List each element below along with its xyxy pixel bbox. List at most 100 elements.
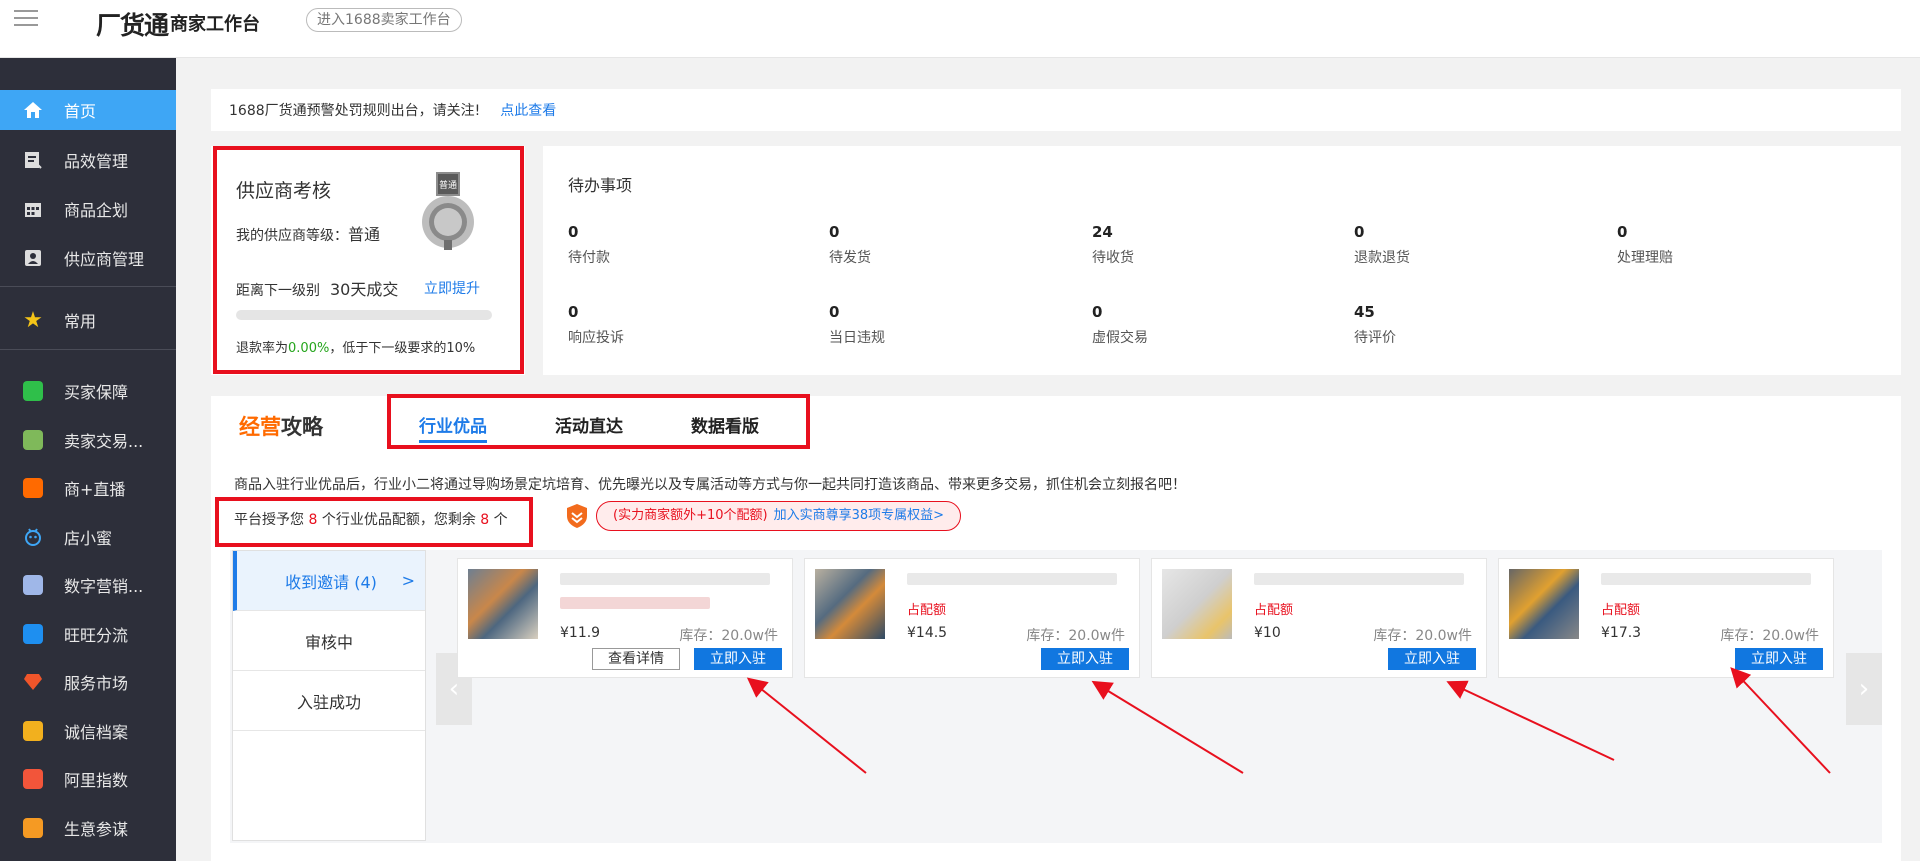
sidebar: 首页 品效管理 商品企划 供应商管理 ★ 常用 买家保障 卖家交易... 商+直… bbox=[0, 58, 176, 861]
sidebar-item-label: 商+直播 bbox=[64, 480, 126, 499]
sidebar-item-store-assistant[interactable]: 店小蜜 bbox=[0, 517, 176, 557]
product-price: ¥14.5 bbox=[907, 625, 948, 641]
sidebar-item-label: 首页 bbox=[64, 102, 97, 121]
active-tab-underline bbox=[419, 440, 487, 443]
todo-item-pending-receipt[interactable]: 24 待收货 bbox=[1092, 223, 1292, 267]
product-price: ¥10 bbox=[1254, 625, 1281, 641]
sidebar-item-performance[interactable]: 品效管理 bbox=[0, 140, 176, 180]
sidebar-item-label: 买家保障 bbox=[64, 383, 129, 402]
todo-item-complaints[interactable]: 0 响应投诉 bbox=[568, 303, 768, 347]
todo-item-fake-trade[interactable]: 0 虚假交易 bbox=[1092, 303, 1292, 347]
todo-item-pending-review[interactable]: 45 待评价 bbox=[1354, 303, 1554, 347]
wangwang-icon bbox=[22, 623, 44, 645]
medal-label: 普通 bbox=[439, 179, 457, 191]
strength-merchant-promo[interactable]: (实力商家额外+10个配额) 加入实商尊享38项专属权益> bbox=[596, 501, 962, 531]
quota-tag: 占配额 bbox=[907, 603, 947, 618]
sidebar-item-wangwang[interactable]: 旺旺分流 bbox=[0, 614, 176, 654]
supplier-title: 供应商考核 bbox=[236, 180, 332, 202]
sidebar-item-common[interactable]: ★ 常用 bbox=[0, 300, 176, 340]
badge-icon bbox=[22, 720, 44, 742]
refund-rate: 退款率为0.00%，低于下一级要求的10% bbox=[236, 341, 476, 356]
product-card: 占配额 ¥10 库存：20.0w件 立即入驻 bbox=[1151, 558, 1487, 678]
carousel-next-button[interactable]: › bbox=[1846, 653, 1882, 725]
status-under-review[interactable]: 审核中 bbox=[233, 611, 425, 671]
view-details-button[interactable]: 查看详情 bbox=[592, 648, 680, 670]
todo-panel: 待办事项 0 待付款 0 待发货 24 待收货 0 退款退货 0 处理理赔 0 响应投诉 0… bbox=[543, 146, 1901, 375]
enter-1688-button[interactable]: 进入1688卖家工作台 bbox=[306, 8, 462, 32]
sidebar-item-label: 品效管理 bbox=[64, 152, 129, 171]
sidebar-item-credit[interactable]: 诚信档案 bbox=[0, 711, 176, 751]
sidebar-item-label: 阿里指数 bbox=[64, 771, 129, 790]
product-stock: 库存：20.0w件 bbox=[1720, 628, 1819, 644]
sidebar-item-label: 诚信档案 bbox=[64, 723, 129, 742]
supplier-level: 我的供应商等级：普通 bbox=[236, 225, 381, 244]
live-icon bbox=[22, 477, 44, 499]
blurred-title bbox=[1601, 573, 1811, 585]
todo-item-claims[interactable]: 0 处理理赔 bbox=[1617, 223, 1817, 267]
marketing-icon bbox=[22, 574, 44, 596]
quota-tag: 占配额 bbox=[1601, 603, 1641, 618]
star-icon: ★ bbox=[23, 307, 43, 333]
strategy-logo: 经营攻略 bbox=[239, 415, 323, 439]
sidebar-item-label: 卖家交易... bbox=[64, 432, 144, 451]
join-now-button[interactable]: 立即入驻 bbox=[694, 648, 782, 670]
tab-activity[interactable]: 活动直达 bbox=[555, 412, 623, 437]
sidebar-item-label: 旺旺分流 bbox=[64, 626, 129, 645]
notice-bar: 1688厂货通预警处罚规则出台，请关注! 点此查看 bbox=[211, 89, 1901, 131]
product-stock: 库存：20.0w件 bbox=[679, 628, 778, 644]
user-icon bbox=[22, 429, 44, 451]
invitation-status-menu: 收到邀请 (4) > 审核中 入驻成功 bbox=[232, 550, 426, 841]
join-now-button[interactable]: 立即入驻 bbox=[1735, 648, 1823, 670]
status-received-invitations[interactable]: 收到邀请 (4) > bbox=[233, 551, 425, 611]
sidebar-item-supplier[interactable]: 供应商管理 bbox=[0, 238, 176, 278]
workbench-title: 商家工作台 bbox=[170, 14, 260, 35]
tab-data-board[interactable]: 数据看版 bbox=[691, 412, 759, 437]
blurred-title bbox=[1254, 573, 1464, 585]
sidebar-item-label: 生意参谋 bbox=[64, 820, 129, 839]
product-card: 占配额 ¥17.3 库存：20.0w件 立即入驻 bbox=[1498, 558, 1834, 678]
sidebar-item-service-market[interactable]: 服务市场 bbox=[0, 662, 176, 702]
tab-industry-quality[interactable]: 行业优品 bbox=[419, 412, 487, 437]
notice-link[interactable]: 点此查看 bbox=[500, 100, 556, 120]
join-now-button[interactable]: 立即入驻 bbox=[1041, 648, 1129, 670]
sidebar-divider bbox=[0, 349, 176, 350]
product-thumbnail bbox=[815, 569, 885, 639]
sidebar-item-business-advisor[interactable]: 生意参谋 bbox=[0, 808, 176, 848]
todo-item-refund[interactable]: 0 退款退货 bbox=[1354, 223, 1554, 267]
product-price: ¥17.3 bbox=[1601, 625, 1642, 641]
robot-icon bbox=[22, 526, 44, 548]
notice-text: 1688厂货通预警处罚规则出台，请关注! bbox=[229, 103, 481, 119]
business-strategy-panel: 经营攻略 行业优品 活动直达 数据看版 商品入驻行业优品后，行业小二将通过导购场… bbox=[211, 396, 1901, 861]
sidebar-item-ali-index[interactable]: 阿里指数 bbox=[0, 759, 176, 799]
brand-logo: 厂货通 bbox=[96, 11, 169, 40]
product-stock: 库存：20.0w件 bbox=[1026, 628, 1125, 644]
todo-item-violations[interactable]: 0 当日违规 bbox=[829, 303, 1029, 347]
chart-icon bbox=[22, 149, 44, 171]
sidebar-item-digital-marketing[interactable]: 数字营销... bbox=[0, 565, 176, 605]
sidebar-item-label: 数字营销... bbox=[64, 577, 144, 596]
sidebar-item-buyer-protection[interactable]: 买家保障 bbox=[0, 371, 176, 411]
join-now-button[interactable]: 立即入驻 bbox=[1388, 648, 1476, 670]
sidebar-item-label: 常用 bbox=[64, 312, 97, 331]
status-settled[interactable]: 入驻成功 bbox=[233, 671, 425, 731]
todo-title: 待办事项 bbox=[568, 176, 633, 195]
upgrade-link[interactable]: 立即提升 bbox=[424, 278, 480, 298]
todo-item-pending-shipment[interactable]: 0 待发货 bbox=[829, 223, 1029, 267]
blurred-title bbox=[560, 573, 770, 585]
sidebar-item-home[interactable]: 首页 bbox=[0, 90, 176, 130]
sidebar-item-seller-trade[interactable]: 卖家交易... bbox=[0, 420, 176, 460]
sidebar-item-live[interactable]: 商+直播 bbox=[0, 468, 176, 508]
sidebar-item-planning[interactable]: 商品企划 bbox=[0, 189, 176, 229]
product-stock: 库存：20.0w件 bbox=[1373, 628, 1472, 644]
shield-icon bbox=[566, 503, 588, 529]
todo-item-pending-payment[interactable]: 0 待付款 bbox=[568, 223, 768, 267]
next-level-info: 距离下一级别 30天成交 bbox=[236, 280, 399, 299]
product-price: ¥11.9 bbox=[560, 625, 601, 641]
product-thumbnail bbox=[1509, 569, 1579, 639]
product-card: 占配额 ¥14.5 库存：20.0w件 立即入驻 bbox=[804, 558, 1140, 678]
menu-toggle-icon[interactable] bbox=[14, 10, 38, 28]
sidebar-divider bbox=[0, 286, 176, 287]
top-bar: 厂货通 商家工作台 进入1688卖家工作台 bbox=[0, 0, 1920, 58]
medal-icon: 普通 bbox=[418, 172, 478, 252]
calendar-icon bbox=[22, 198, 44, 220]
